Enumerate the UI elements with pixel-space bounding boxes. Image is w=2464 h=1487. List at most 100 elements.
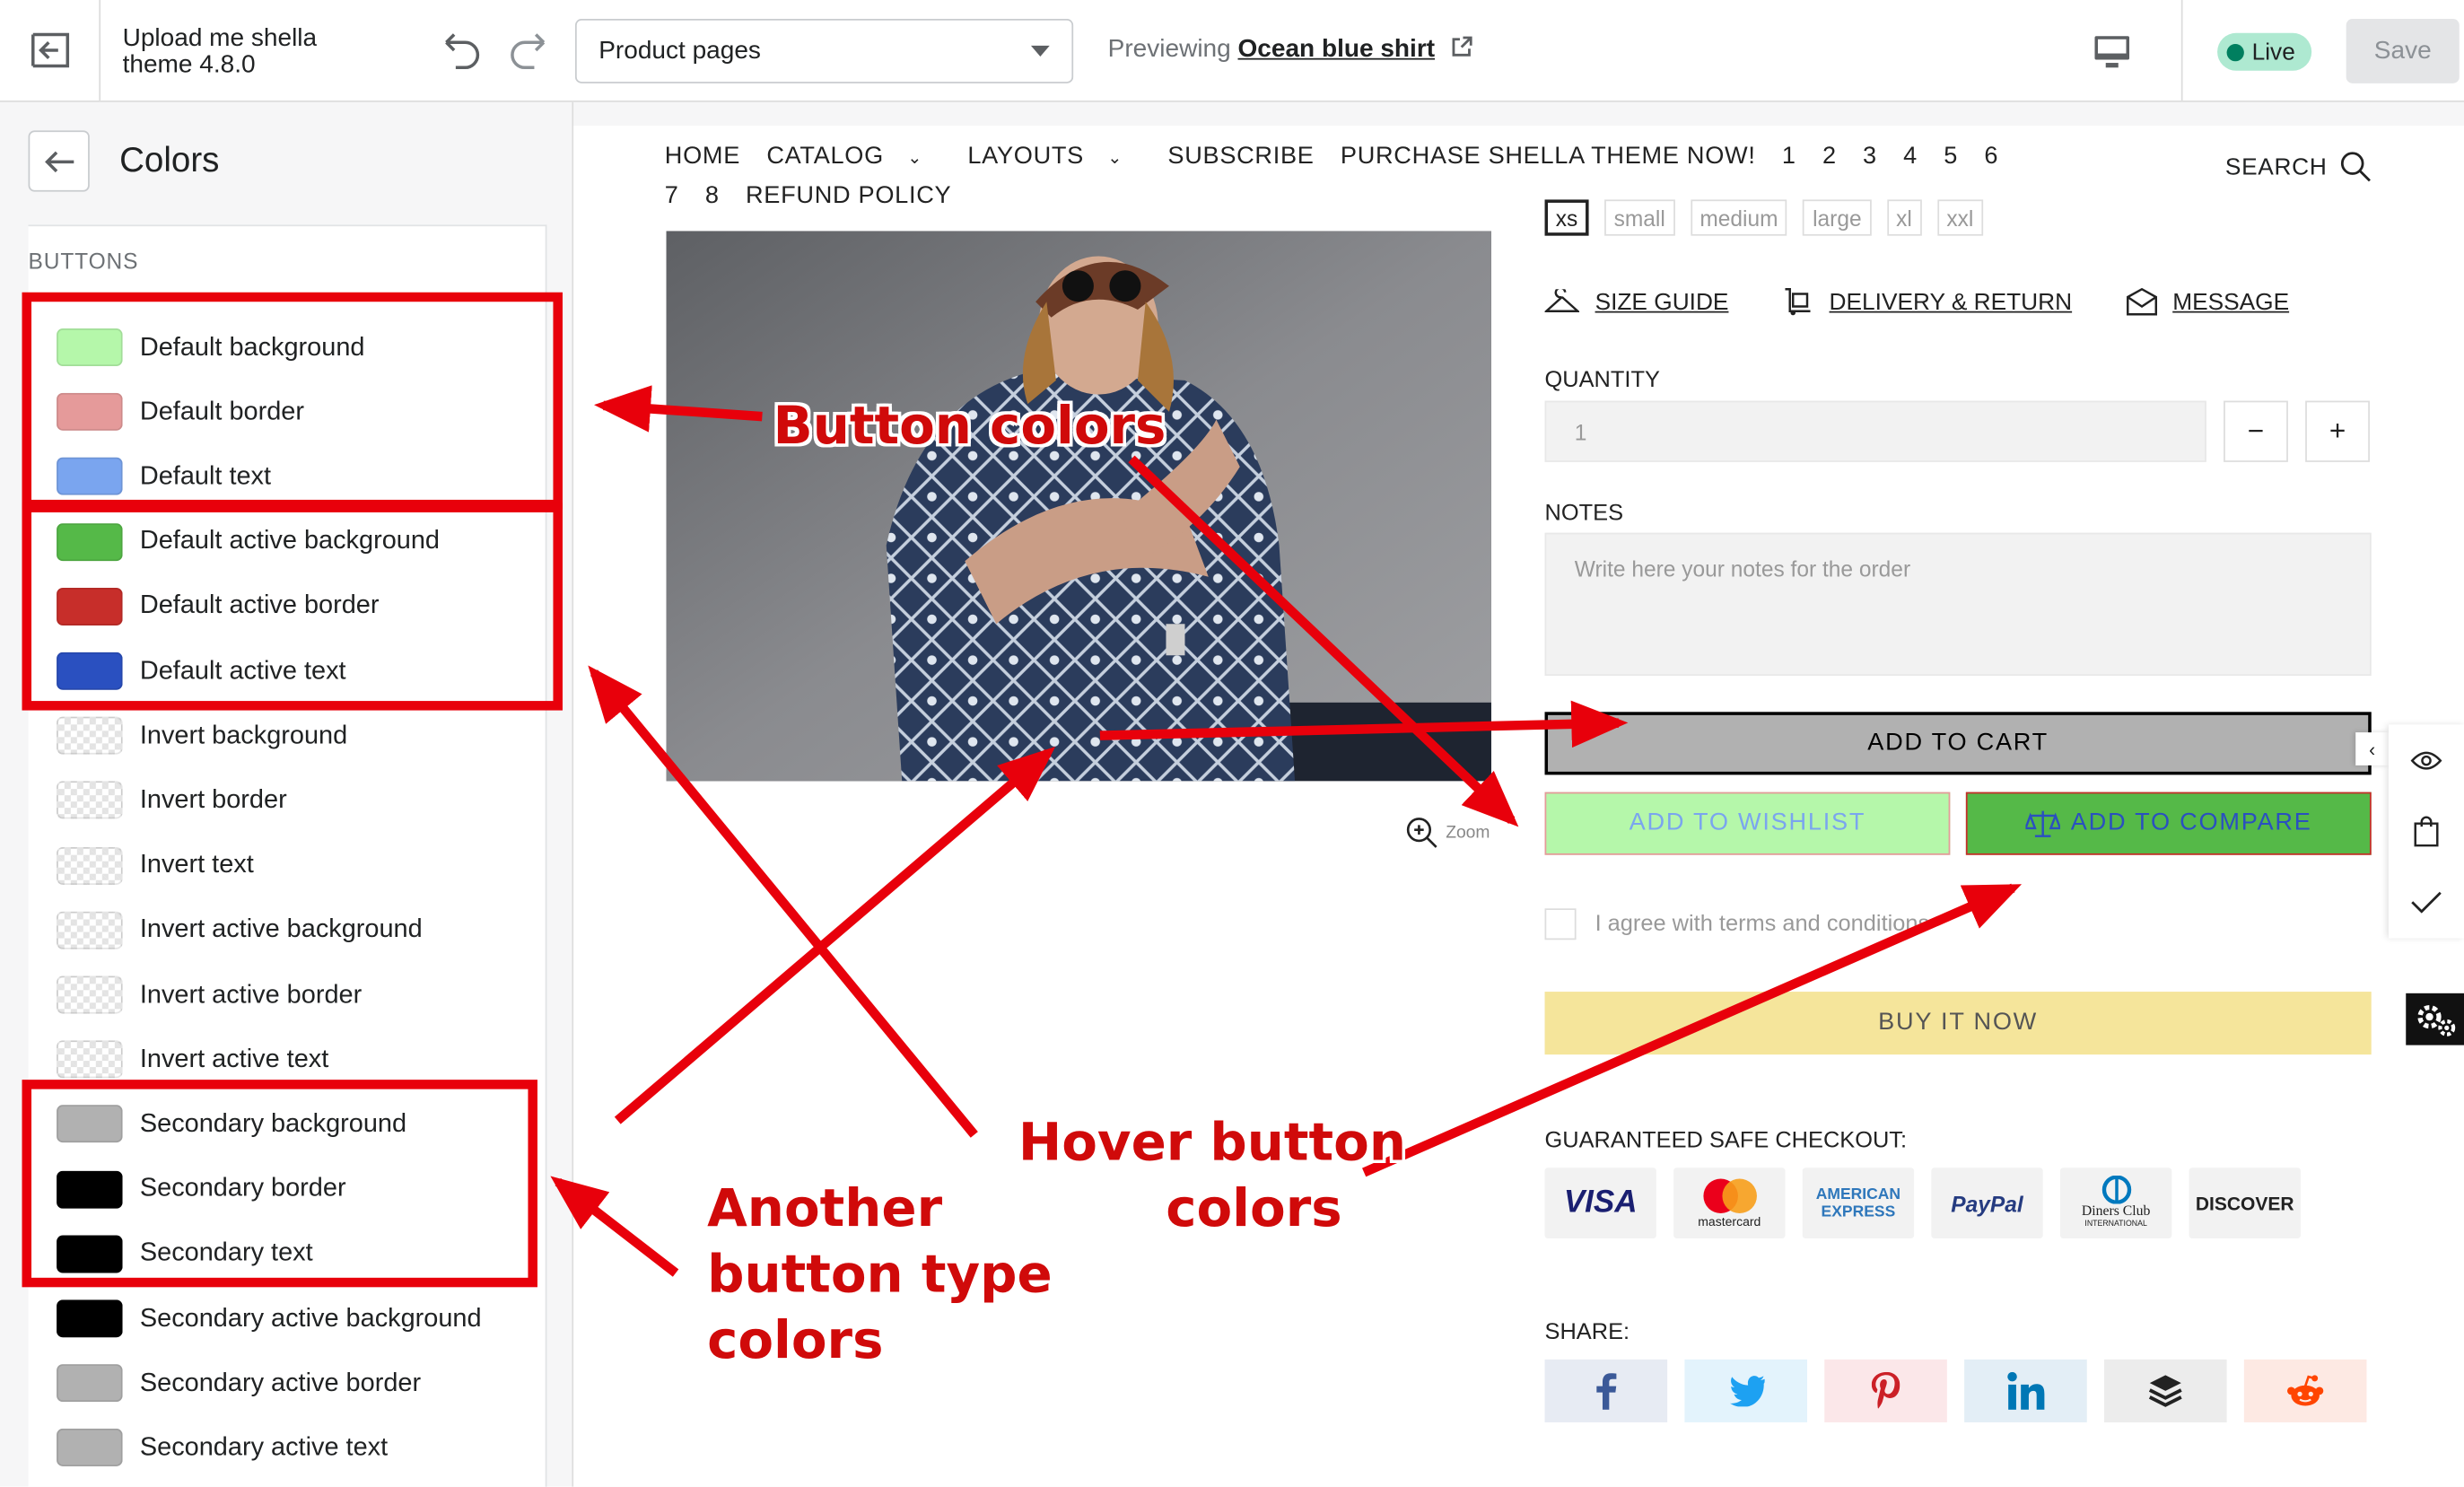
facebook-icon [1596,1373,1617,1410]
add-to-compare-button[interactable]: ADD TO COMPARE [1965,792,2372,855]
size-option-xl[interactable]: xl [1886,199,1922,236]
color-swatch[interactable] [57,716,123,755]
color-setting-row[interactable]: Invert text [57,842,254,889]
color-setting-row[interactable]: Default border [57,389,304,436]
caret-down-icon [1030,44,1050,57]
page-type-select[interactable]: Product pages [574,19,1074,83]
quantity-input[interactable]: 1 [1544,400,2206,462]
color-swatch[interactable] [57,1364,123,1403]
exit-editor-button[interactable] [0,0,101,101]
color-setting-row[interactable]: Default text [57,453,271,501]
color-swatch[interactable] [57,1170,123,1209]
product-image[interactable] [666,231,1491,782]
delivery-return-link[interactable]: DELIVERY & RETURN [1782,286,2072,318]
redo-button[interactable] [506,30,550,74]
reddit-icon [2287,1375,2324,1406]
share-twitter-button[interactable] [1684,1359,1807,1422]
nav-purchase[interactable]: PURCHASE SHELLA THEME NOW! [1341,138,1756,174]
color-setting-label: Invert active background [139,914,423,944]
size-option-xxl[interactable]: xxl [1936,199,1983,236]
quantity-increase-button[interactable]: + [2305,400,2370,462]
color-setting-label: Secondary background [139,1109,407,1138]
color-setting-row[interactable]: Secondary active text [57,1424,388,1472]
color-swatch[interactable] [57,782,123,820]
add-to-cart-button[interactable]: ADD TO CART [1544,712,2372,775]
color-setting-row[interactable]: Secondary active border [57,1360,421,1407]
color-swatch[interactable] [57,458,123,496]
nav-1[interactable]: 1 [1782,138,1796,174]
nav-4[interactable]: 4 [1903,138,1918,174]
cart-toolbar-button[interactable] [2389,795,2464,866]
nav-6[interactable]: 6 [1984,138,1998,174]
color-setting-row[interactable]: Default active text [57,648,346,695]
undo-button[interactable] [440,30,484,74]
color-setting-row[interactable]: Secondary border [57,1166,346,1213]
color-setting-row[interactable]: Secondary background [57,1101,406,1149]
size-option-small[interactable]: small [1604,199,1675,236]
color-setting-row[interactable]: Secondary text [57,1230,313,1278]
nav-refund-policy[interactable]: REFUND POLICY [746,178,951,214]
color-setting-row[interactable]: Invert active text [57,1036,328,1083]
quantity-decrease-button[interactable]: − [2224,400,2288,462]
nav-2[interactable]: 2 [1822,138,1837,174]
color-swatch[interactable] [57,393,123,432]
back-button[interactable] [28,130,90,192]
color-swatch[interactable] [57,975,123,1014]
save-button[interactable]: Save [2346,19,2460,83]
nav-layouts[interactable]: LAYOUTS ⌄ [967,138,1141,178]
color-setting-row[interactable]: Invert background [57,713,347,760]
color-swatch[interactable] [57,587,123,625]
share-buffer-button[interactable] [2103,1359,2227,1422]
buy-it-now-button[interactable]: BUY IT NOW [1544,992,2372,1055]
color-swatch[interactable] [57,1235,123,1273]
nav-home[interactable]: HOME [665,138,740,174]
color-setting-row[interactable]: Default active border [57,582,380,630]
color-swatch[interactable] [57,522,123,561]
color-swatch[interactable] [57,1105,123,1143]
size-guide-link[interactable]: SIZE GUIDE [1544,286,1728,318]
color-setting-row[interactable]: Default active background [57,518,440,565]
terms-agreement[interactable]: I agree with terms and conditions [1544,908,1929,940]
size-option-large[interactable]: large [1803,199,1872,236]
checkmark-toolbar-button[interactable] [2389,866,2464,937]
add-to-wishlist-button[interactable]: ADD TO WISHLIST [1544,792,1951,855]
color-swatch[interactable] [57,1299,123,1338]
zoom-button[interactable]: Zoom [1406,818,1490,849]
nav-8[interactable]: 8 [705,178,720,214]
color-setting-row[interactable]: Secondary active background [57,1295,482,1343]
message-link[interactable]: MESSAGE [2126,286,2289,318]
nav-catalog[interactable]: CATALOG ⌄ [766,138,941,178]
theme-settings-button[interactable] [2406,993,2464,1045]
color-swatch[interactable] [57,328,123,367]
color-setting-label: Default text [139,461,272,491]
search-button[interactable]: SEARCH [2225,151,2372,182]
quick-view-button[interactable] [2389,724,2464,795]
nav-subscribe[interactable]: SUBSCRIBE [1167,138,1314,174]
color-setting-row[interactable]: Invert active border [57,971,362,1019]
tools-collapse-button[interactable]: ‹ [2355,732,2389,765]
external-link-icon[interactable] [1451,36,1472,57]
share-linkedin-button[interactable] [1964,1359,2087,1422]
color-setting-row[interactable]: Invert active background [57,906,423,954]
delivery-return-label: DELIVERY & RETURN [1829,288,2073,316]
color-setting-row[interactable]: Default background [57,324,364,372]
color-swatch[interactable] [57,911,123,949]
size-option-medium[interactable]: medium [1690,199,1788,236]
color-setting-row[interactable]: Invert border [57,777,287,825]
nav-5[interactable]: 5 [1944,138,1958,174]
nav-3[interactable]: 3 [1863,138,1877,174]
color-swatch[interactable] [57,1429,123,1467]
color-swatch[interactable] [57,1040,123,1079]
desktop-view-button[interactable] [2090,31,2134,73]
preview-product-link[interactable]: Ocean blue shirt [1238,36,1436,63]
share-pinterest-button[interactable] [1824,1359,1947,1422]
share-reddit-button[interactable] [2243,1359,2367,1422]
share-facebook-button[interactable] [1544,1359,1668,1422]
color-swatch[interactable] [57,652,123,690]
nav-7[interactable]: 7 [665,178,679,214]
notes-textarea[interactable]: Write here your notes for the order [1544,532,2372,677]
terms-checkbox[interactable] [1544,908,1577,940]
color-swatch[interactable] [57,846,123,885]
size-option-xs[interactable]: xs [1544,199,1589,236]
chevron-down-icon: ⌄ [1107,149,1123,169]
